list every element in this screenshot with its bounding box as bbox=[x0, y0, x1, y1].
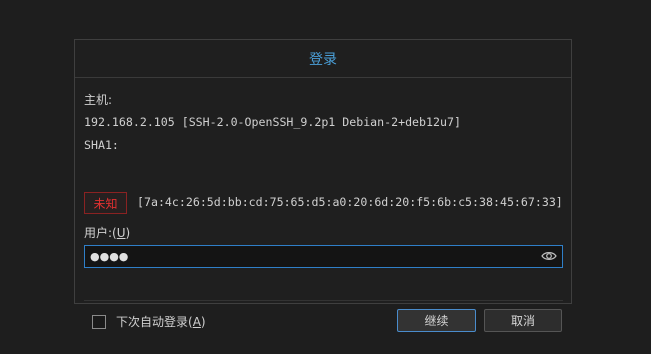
user-field[interactable] bbox=[84, 245, 563, 268]
auto-login-checkbox[interactable] bbox=[92, 314, 106, 329]
auto-login-label[interactable]: 下次自动登录(A) bbox=[116, 313, 206, 330]
user-label: 用户:(U) bbox=[84, 224, 130, 241]
footer-divider bbox=[84, 300, 563, 301]
auto-login-label-key: A bbox=[192, 315, 201, 329]
unknown-host-badge: 未知 bbox=[84, 192, 127, 214]
login-dialog: 登录 主机: 192.168.2.105 [SSH-2.0-OpenSSH_9.… bbox=[74, 39, 572, 332]
auto-login-option[interactable]: 下次自动登录(A) bbox=[92, 313, 206, 330]
user-input[interactable] bbox=[85, 246, 535, 267]
cancel-button[interactable]: 取消 bbox=[484, 309, 562, 332]
auto-login-label-suffix: ) bbox=[200, 315, 206, 329]
sha-label: SHA1: bbox=[84, 138, 119, 152]
show-password-eye-icon[interactable] bbox=[541, 249, 557, 263]
fingerprint-value: [7a:4c:26:5d:bb:cd:75:65:d5:a0:20:6d:20:… bbox=[137, 195, 563, 209]
dialog-title: 登录 bbox=[75, 40, 571, 78]
host-value: 192.168.2.105 [SSH-2.0-OpenSSH_9.2p1 Deb… bbox=[84, 115, 461, 129]
user-label-suffix: ) bbox=[125, 226, 131, 240]
user-label-prefix: 用户:( bbox=[84, 226, 117, 240]
user-label-key: U bbox=[116, 226, 126, 240]
host-label: 主机: bbox=[84, 93, 113, 107]
auto-login-label-prefix: 下次自动登录( bbox=[116, 315, 193, 329]
continue-button[interactable]: 继续 bbox=[397, 309, 476, 332]
